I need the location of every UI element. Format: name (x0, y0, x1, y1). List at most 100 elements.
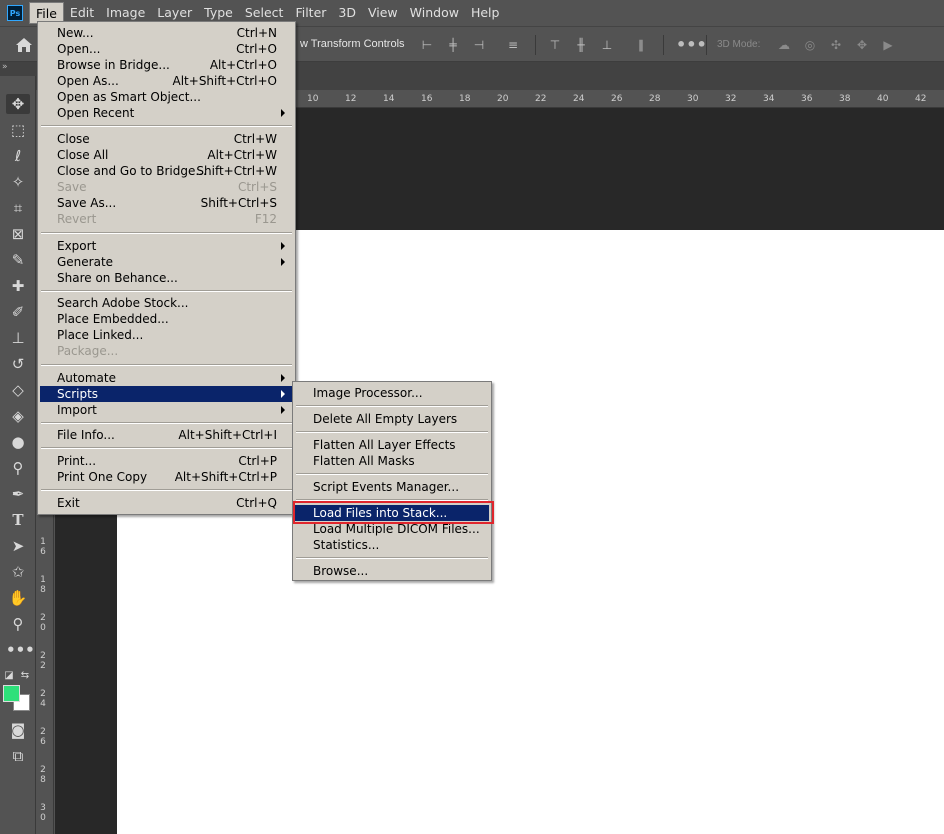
home-icon[interactable] (14, 35, 34, 55)
healing-brush-tool-icon[interactable]: ✚ (6, 276, 30, 296)
align-vertical-centers-icon[interactable]: ╫ (573, 37, 589, 53)
3d-roll-icon[interactable]: ◎ (802, 37, 818, 53)
menu-item-generate[interactable]: Generate (40, 254, 293, 270)
3d-slide-icon[interactable]: ✥ (854, 37, 870, 53)
submenu-item-flatten-all-layer-effects[interactable]: Flatten All Layer Effects (295, 437, 489, 453)
ruler-tick: 28 (649, 94, 661, 104)
menu-3d[interactable]: 3D (332, 2, 362, 24)
submenu-arrow-icon (281, 242, 285, 250)
3d-camera-icon[interactable]: ▶ (880, 37, 896, 53)
dodge-tool-icon[interactable]: ⚲ (6, 458, 30, 478)
separator (706, 35, 707, 55)
3d-mode-label: 3D Mode: (717, 39, 761, 50)
menu-item-print[interactable]: Print... Ctrl+P (40, 453, 293, 469)
align-bottom-edges-icon[interactable]: ⊥ (599, 37, 615, 53)
show-transform-controls-label[interactable]: w Transform Controls (300, 38, 405, 50)
move-tool-icon[interactable]: ✥ (6, 94, 30, 114)
more-options-icon[interactable]: ••• (676, 37, 707, 53)
submenu-item-delete-all-empty-layers[interactable]: Delete All Empty Layers (295, 411, 489, 427)
paint-bucket-tool-icon[interactable]: ◈ (6, 406, 30, 426)
align-top-edges-icon[interactable]: ⊤ (547, 37, 563, 53)
ruler-tick: 12 (345, 94, 357, 104)
menu-item-print-one-copy[interactable]: Print One Copy Alt+Shift+Ctrl+P (40, 469, 293, 485)
history-brush-tool-icon[interactable]: ↺ (6, 354, 30, 374)
distribute-icon[interactable]: ≡ (505, 37, 521, 53)
screen-mode-icon[interactable]: ⧉ (6, 746, 30, 766)
ruler-tick: 34 (763, 94, 775, 104)
eyedropper-tool-icon[interactable]: ✎ (6, 250, 30, 270)
menu-help[interactable]: Help (465, 2, 506, 24)
align-left-edges-icon[interactable]: ⊢ (419, 37, 435, 53)
swap-colors-icon[interactable]: ⇆ (18, 666, 32, 686)
separator (535, 35, 536, 55)
submenu-item-statistics[interactable]: Statistics... (295, 537, 489, 553)
menu-item-save-as[interactable]: Save As... Shift+Ctrl+S (40, 195, 293, 211)
ruler-tick: 1 8 (40, 575, 46, 595)
ruler-tick: 14 (383, 94, 395, 104)
menu-separator (296, 431, 488, 433)
lasso-tool-icon[interactable]: ℓ (6, 146, 30, 166)
menu-window[interactable]: Window (404, 2, 465, 24)
menu-item-export[interactable]: Export (40, 238, 293, 254)
menu-item-close-and-go-to-bridge[interactable]: Close and Go to Bridge... Shift+Ctrl+W (40, 163, 293, 179)
menu-item-import[interactable]: Import (40, 402, 293, 418)
blur-tool-icon[interactable]: ● (6, 432, 30, 452)
menu-item-open-recent[interactable]: Open Recent (40, 105, 293, 121)
frame-tool-icon[interactable]: ⊠ (6, 224, 30, 244)
align-right-edges-icon[interactable]: ⊣ (471, 37, 487, 53)
quick-mask-icon[interactable]: ◙ (6, 720, 30, 740)
zoom-tool-icon[interactable]: ⚲ (6, 614, 30, 634)
brush-tool-icon[interactable]: ✐ (6, 302, 30, 322)
file-menu-dropdown: New... Ctrl+N Open... Ctrl+O Browse in Bri… (37, 21, 296, 515)
menu-item-place-embedded[interactable]: Place Embedded... (40, 311, 293, 327)
eraser-tool-icon[interactable]: ◇ (6, 380, 30, 400)
edit-toolbar-icon[interactable]: ••• (6, 640, 35, 660)
ruler-tick: 2 6 (40, 727, 46, 747)
menu-separator (41, 290, 292, 292)
align-horizontal-centers-icon[interactable]: ╪ (445, 37, 461, 53)
collapse-panel-icon[interactable]: » (2, 62, 8, 72)
menu-item-close-all[interactable]: Close All Alt+Ctrl+W (40, 147, 293, 163)
highlight-annotation-box (293, 501, 494, 524)
menu-item-automate[interactable]: Automate (40, 370, 293, 386)
ruler-tick: 38 (839, 94, 851, 104)
3d-orbit-icon[interactable]: ☁ (776, 37, 792, 53)
pen-tool-icon[interactable]: ✒ (6, 484, 30, 504)
custom-shape-tool-icon[interactable]: ✩ (6, 562, 30, 582)
menu-item-scripts[interactable]: Scripts (40, 386, 293, 402)
submenu-arrow-icon (281, 390, 285, 398)
menu-separator (41, 489, 292, 491)
menu-item-browse-in-bridge[interactable]: Browse in Bridge... Alt+Ctrl+O (40, 57, 293, 73)
menu-item-share-on-behance[interactable]: Share on Behance... (40, 270, 293, 286)
submenu-item-script-events-manager[interactable]: Script Events Manager... (295, 479, 489, 495)
type-tool-icon[interactable]: T (6, 510, 30, 530)
path-selection-tool-icon[interactable]: ➤ (6, 536, 30, 556)
menu-separator (296, 405, 488, 407)
foreground-color-swatch[interactable] (3, 685, 20, 702)
menu-item-save: Save Ctrl+S (57, 180, 277, 194)
ruler-tick: 2 0 (40, 613, 46, 633)
menu-item-new[interactable]: New... Ctrl+N (40, 25, 293, 41)
hand-tool-icon[interactable]: ✋ (6, 588, 30, 608)
3d-pan-icon[interactable]: ✣ (828, 37, 844, 53)
crop-tool-icon[interactable]: ⌗ (6, 198, 30, 218)
submenu-arrow-icon (281, 258, 285, 266)
distribute-vertical-icon[interactable]: ∥ (633, 37, 649, 53)
menu-item-open-as[interactable]: Open As... Alt+Shift+Ctrl+O (40, 73, 293, 89)
menu-item-close[interactable]: Close Ctrl+W (40, 131, 293, 147)
magic-wand-tool-icon[interactable]: ✧ (6, 172, 30, 192)
menu-item-open[interactable]: Open... Ctrl+O (40, 41, 293, 57)
menu-item-exit[interactable]: Exit Ctrl+Q (40, 495, 293, 511)
menu-item-search-adobe-stock[interactable]: Search Adobe Stock... (40, 295, 293, 311)
marquee-tool-icon[interactable]: ⬚ (6, 120, 30, 140)
submenu-item-browse[interactable]: Browse... (295, 563, 489, 579)
menu-item-place-linked[interactable]: Place Linked... (40, 327, 293, 343)
menu-item-file-info[interactable]: File Info... Alt+Shift+Ctrl+I (40, 427, 293, 443)
submenu-item-image-processor[interactable]: Image Processor... (295, 385, 489, 401)
menu-view[interactable]: View (362, 2, 404, 24)
submenu-item-flatten-all-masks[interactable]: Flatten All Masks (295, 453, 489, 469)
default-colors-icon[interactable]: ◪ (2, 666, 16, 686)
menu-item-open-as-smart-object[interactable]: Open as Smart Object... (40, 89, 293, 105)
clone-stamp-tool-icon[interactable]: ⊥ (6, 328, 30, 348)
ruler-tick: 26 (611, 94, 623, 104)
